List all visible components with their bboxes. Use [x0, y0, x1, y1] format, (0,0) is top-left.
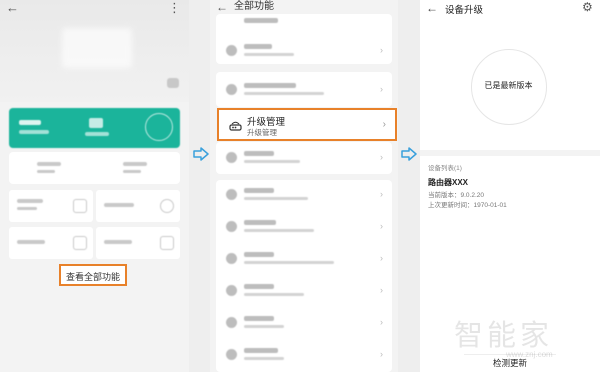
router-image: [62, 28, 132, 68]
more-vert-icon[interactable]: ⋮: [168, 0, 181, 16]
upgrade-management-label: 升级管理: [247, 117, 286, 128]
speed-summary-row: [9, 152, 180, 184]
list-item[interactable]: ›: [216, 36, 392, 66]
list-item[interactable]: ›: [216, 276, 392, 306]
list-item[interactable]: ›: [216, 212, 392, 242]
network-status-card[interactable]: [9, 108, 180, 148]
router-home-screen: ← ⋮ 查看全部功能: [0, 0, 189, 372]
list-item[interactable]: ›: [216, 75, 392, 105]
upgrade-status-circle: 已是最新版本: [471, 49, 547, 125]
quick-function-grid: [9, 190, 180, 260]
arrow-left-icon[interactable]: ←: [6, 0, 19, 15]
all-functions-screen: ← 全部功能 › › 升级管理 升级管理 › › › › › › › ›: [210, 0, 398, 372]
function-tile[interactable]: [96, 227, 180, 259]
device-version: 当前版本：9.0.2.20: [428, 192, 484, 199]
upgrade-management-subtitle: 升级管理: [247, 128, 277, 137]
upgrade-management-item[interactable]: 升级管理 升级管理 ›: [217, 108, 397, 141]
upgrade-status-text: 已是最新版本: [484, 81, 533, 90]
device-name: 路由器XXX: [428, 178, 469, 187]
list-item[interactable]: ›: [216, 143, 392, 173]
function-group: ›: [216, 72, 392, 107]
router-icon: [229, 121, 242, 131]
arrow-left-icon[interactable]: ←: [426, 1, 438, 15]
gear-icon[interactable]: ⚙: [582, 0, 593, 14]
screenshot-stage: ← ⋮ 查看全部功能 ← 全部功能 › › 升级管理 升级管理 › › › › …: [0, 0, 600, 372]
list-item[interactable]: ›: [216, 244, 392, 274]
device-list-label: 设备列表(1): [428, 165, 462, 172]
function-group: ›: [216, 142, 392, 174]
check-update-button[interactable]: 检测更新: [464, 354, 556, 371]
function-group: ›: [216, 14, 392, 64]
function-tile[interactable]: [9, 227, 93, 259]
function-tile[interactable]: [96, 190, 180, 222]
chevron-right-icon: ›: [382, 119, 386, 130]
brand-logo-icon: [167, 78, 179, 88]
device-upgrade-screen: ← 设备升级 ⚙ 已是最新版本 设备列表(1) 路由器XXX 当前版本：9.0.…: [420, 0, 600, 372]
list-item[interactable]: ›: [216, 340, 392, 370]
arrow-right-icon: [193, 147, 209, 161]
view-all-functions-button[interactable]: 查看全部功能: [59, 264, 127, 286]
function-group: › › › › › ›: [216, 180, 392, 372]
device-last-update: 上次更新时间：1970-01-01: [428, 202, 507, 209]
page-title: 设备升级: [445, 5, 484, 16]
list-item[interactable]: [216, 6, 392, 36]
list-item[interactable]: ›: [216, 180, 392, 210]
function-tile[interactable]: [9, 190, 93, 222]
list-item[interactable]: ›: [216, 308, 392, 338]
arrow-right-icon: [401, 147, 417, 161]
section-divider: [420, 150, 600, 156]
